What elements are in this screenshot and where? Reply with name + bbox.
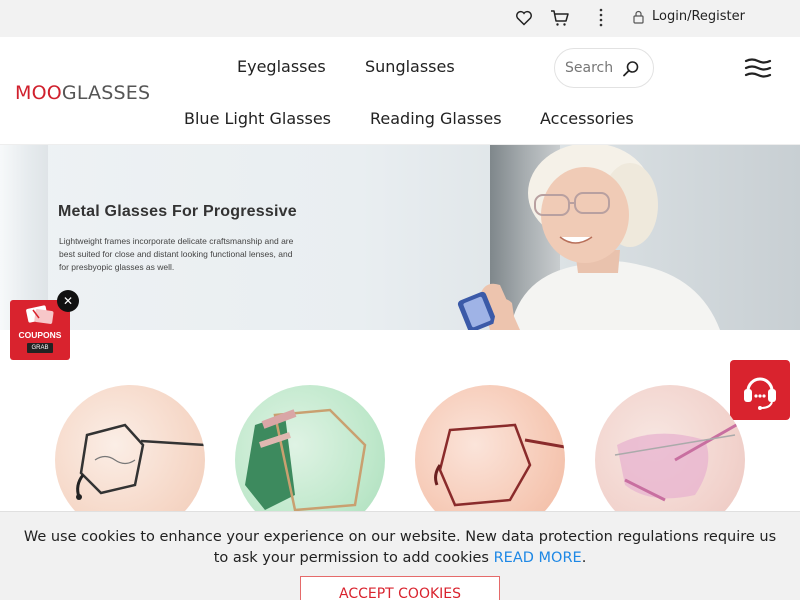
coupon-icon xyxy=(26,305,54,324)
hero-title: Metal Glasses For Progressive xyxy=(58,203,297,220)
cookie-consent-bar: We use cookies to enhance your experienc… xyxy=(0,511,800,600)
accept-cookies-button[interactable]: ACCEPT COOKIES xyxy=(300,576,500,600)
hamburger-menu-icon[interactable] xyxy=(744,56,772,80)
search-box xyxy=(554,48,654,88)
search-icon[interactable] xyxy=(621,59,641,79)
close-icon[interactable]: ✕ xyxy=(57,290,79,312)
cookie-message-text: We use cookies to enhance your experienc… xyxy=(23,529,777,566)
page: Login/Register MOOGLASSES Eyeglasses Sun… xyxy=(0,0,800,600)
hero-woman-with-phone-image xyxy=(457,145,720,330)
cookie-message-end: . xyxy=(581,550,587,566)
read-more-link[interactable]: READ MORE xyxy=(494,550,582,566)
nav-item-blue-light-glasses[interactable]: Blue Light Glasses xyxy=(184,109,331,128)
hero-description: Lightweight frames incorporate delicate … xyxy=(59,235,329,274)
hero-description-line: best suited for close and distant lookin… xyxy=(59,249,293,259)
cart-icon[interactable] xyxy=(550,8,570,28)
site-logo[interactable]: MOOGLASSES xyxy=(15,82,150,104)
nav-item-eyeglasses[interactable]: Eyeglasses xyxy=(237,57,326,76)
cookie-message: We use cookies to enhance your experienc… xyxy=(20,527,780,569)
site-header: MOOGLASSES Eyeglasses Sunglasses Blue Li… xyxy=(0,37,800,145)
hero-description-line: for presbyopic glasses as well. xyxy=(59,262,175,272)
top-utility-bar: Login/Register xyxy=(0,0,800,37)
wishlist-heart-icon[interactable] xyxy=(514,8,534,28)
nav-item-sunglasses[interactable]: Sunglasses xyxy=(365,57,455,76)
headset-icon xyxy=(744,377,776,410)
logo-part-glasses: GLASSES xyxy=(61,82,151,104)
logo-part-moo: MOO xyxy=(15,82,62,104)
lock-icon xyxy=(631,7,645,27)
coupons-grab-badge: GRAB xyxy=(27,343,53,353)
coupons-label: COUPONS xyxy=(18,330,62,340)
nav-item-reading-glasses[interactable]: Reading Glasses xyxy=(370,109,502,128)
login-register-link[interactable]: Login/Register xyxy=(652,9,745,24)
nav-item-accessories[interactable]: Accessories xyxy=(540,109,634,128)
hero-banner[interactable]: Metal Glasses For Progressive Lightweigh… xyxy=(0,145,800,330)
search-input[interactable] xyxy=(565,58,621,78)
more-vertical-icon[interactable] xyxy=(591,8,611,28)
customer-support-button[interactable] xyxy=(730,360,790,420)
hero-description-line: Lightweight frames incorporate delicate … xyxy=(59,236,294,246)
